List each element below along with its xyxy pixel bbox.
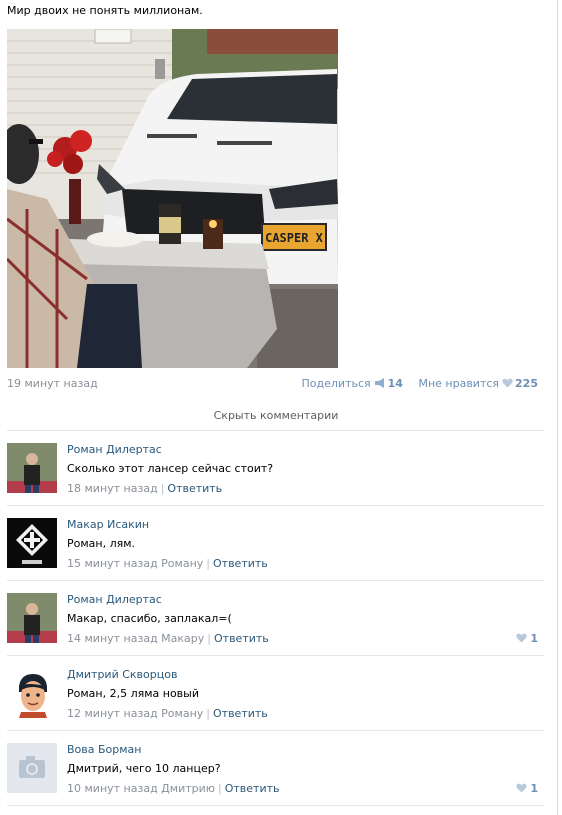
like-label: Мне нравится (418, 377, 500, 390)
post-actions: Поделиться 14 Мне нравится 225 (302, 377, 538, 391)
heart-icon (516, 783, 527, 796)
comment-item: Роман Дилертас Сколько этот лансер сейча… (7, 431, 544, 505)
avatar[interactable] (7, 518, 57, 568)
reply-link[interactable]: Ответить (213, 707, 268, 720)
comment-text: Сколько этот лансер сейчас стоит? (67, 462, 274, 475)
post-time[interactable]: 19 минут назад (7, 377, 98, 390)
comment-item: Роман Дилертас Макар, спасибо, заплакал=… (7, 581, 544, 655)
reply-link[interactable]: Ответить (167, 482, 222, 495)
comment-text: Роман, лям. (67, 537, 136, 550)
meta-divider: | (207, 632, 211, 645)
comment-author[interactable]: Дмитрий Скворцов (67, 668, 177, 681)
megaphone-icon (374, 378, 386, 391)
share-count: 14 (387, 377, 403, 390)
comment-like-button[interactable]: 1 (516, 782, 538, 796)
avatar[interactable] (7, 743, 57, 793)
heart-icon (516, 633, 527, 646)
heart-icon (502, 378, 513, 391)
share-label: Поделиться (301, 377, 371, 390)
comment-meta: 12 минут назад Роману | Ответить (67, 707, 268, 720)
meta-divider: | (160, 482, 165, 495)
reply-link[interactable]: Ответить (225, 782, 280, 795)
page-right-border (557, 0, 558, 815)
post-text: Мир двоих не понять миллионам. (7, 4, 203, 17)
comment-author[interactable]: Роман Дилертас (67, 593, 162, 606)
comment-text: Роман, 2,5 ляма новый (67, 687, 199, 700)
comment-meta: 15 минут назад Роману | Ответить (67, 557, 268, 570)
comment-like-count: 1 (530, 782, 538, 795)
comment-divider (7, 805, 544, 806)
meta-divider: | (218, 782, 222, 795)
like-button[interactable]: Мне нравится 225 (418, 377, 538, 390)
avatar[interactable] (7, 593, 57, 643)
comment-author[interactable]: Роман Дилертас (67, 443, 162, 456)
comment-text: Дмитрий, чего 10 ланцер? (67, 762, 221, 775)
comment-time[interactable]: 18 минут назад (67, 482, 158, 495)
reply-link[interactable]: Ответить (213, 557, 268, 570)
comment-item: Макар Исакин Роман, лям. 15 минут назад … (7, 506, 544, 580)
comment-like-button[interactable]: 1 (516, 632, 538, 646)
comment-author[interactable]: Вова Борман (67, 743, 142, 756)
comment-meta: 10 минут назад Дмитрию | Ответить (67, 782, 280, 795)
comment-time[interactable]: 15 минут назад Роману (67, 557, 203, 570)
comment-item: Дмитрий Скворцов Роман, 2,5 ляма новый 1… (7, 656, 544, 730)
comment-author[interactable]: Макар Исакин (67, 518, 149, 531)
avatar[interactable] (7, 668, 57, 718)
license-plate-text: CASPER X (265, 231, 324, 245)
comment-text: Макар, спасибо, заплакал=( (67, 612, 232, 625)
post-photo[interactable]: CASPER X (7, 29, 338, 368)
comment-time[interactable]: 12 минут назад Роману (67, 707, 203, 720)
comment-meta: 14 минут назад Макару | Ответить (67, 632, 269, 645)
meta-divider: | (206, 557, 210, 570)
meta-divider: | (206, 707, 210, 720)
avatar[interactable] (7, 443, 57, 493)
comment-like-count: 1 (530, 632, 538, 645)
comment-time[interactable]: 14 минут назад Макару (67, 632, 204, 645)
hide-comments-link[interactable]: Скрыть комментарии (7, 409, 545, 422)
share-button[interactable]: Поделиться 14 (302, 377, 419, 390)
comment-item: Вова Борман Дмитрий, чего 10 ланцер? 10 … (7, 731, 544, 805)
reply-link[interactable]: Ответить (214, 632, 269, 645)
comment-meta: 18 минут назад | Ответить (67, 482, 222, 495)
comment-time[interactable]: 10 минут назад Дмитрию (67, 782, 215, 795)
post-meta: 19 минут назад Поделиться 14 Мне нравится… (7, 376, 538, 392)
like-count: 225 (515, 377, 538, 390)
